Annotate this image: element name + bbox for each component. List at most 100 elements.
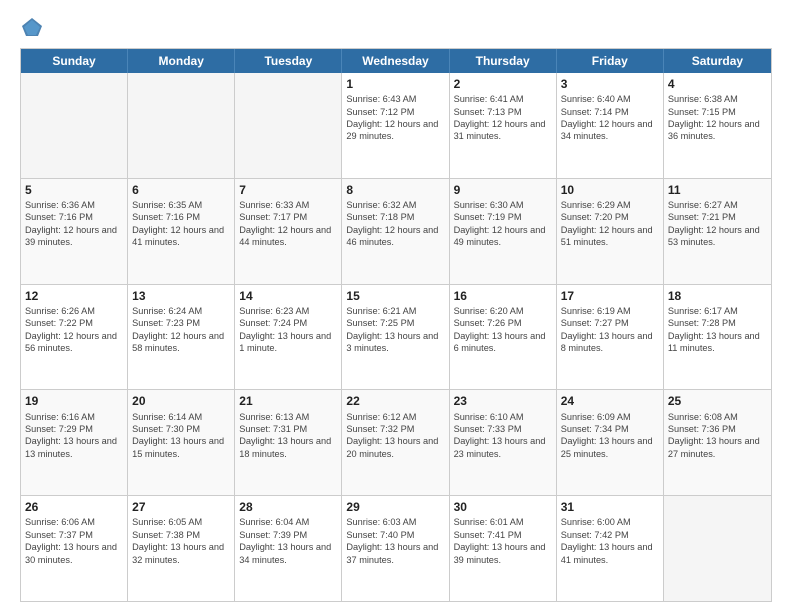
calendar-cell: 4Sunrise: 6:38 AMSunset: 7:15 PMDaylight… xyxy=(664,73,771,178)
page-header xyxy=(20,16,772,40)
calendar-cell: 15Sunrise: 6:21 AMSunset: 7:25 PMDayligh… xyxy=(342,285,449,390)
calendar-week-5: 26Sunrise: 6:06 AMSunset: 7:37 PMDayligh… xyxy=(21,496,771,601)
day-info: Sunrise: 6:17 AMSunset: 7:28 PMDaylight:… xyxy=(668,305,767,355)
calendar-cell: 23 Sunrise: 6:10 AMSunset: 7:33 PMDayligh… xyxy=(450,390,557,495)
day-info: Sunrise: 6:05 AMSunset: 7:38 PMDaylight:… xyxy=(132,516,230,566)
day-info: Sunrise: 6:21 AMSunset: 7:25 PMDaylight:… xyxy=(346,305,444,355)
logo xyxy=(20,16,48,40)
calendar-week-4: 19 Sunrise: 6:16 AMSunset: 7:29 PMDayligh… xyxy=(21,390,771,496)
calendar-cell: 18Sunrise: 6:17 AMSunset: 7:28 PMDayligh… xyxy=(664,285,771,390)
day-info: Sunrise: 6:10 AMSunset: 7:33 PMDaylight:… xyxy=(454,411,552,461)
day-info: Sunrise: 6:08 AMSunset: 7:36 PMDaylight:… xyxy=(668,411,767,461)
day-header-friday: Friday xyxy=(557,49,664,73)
day-number: 6 xyxy=(132,182,230,198)
day-info: Sunrise: 6:14 AMSunset: 7:30 PMDaylight:… xyxy=(132,411,230,461)
day-info: Sunrise: 6:06 AMSunset: 7:37 PMDaylight:… xyxy=(25,516,123,566)
calendar-cell: 12Sunrise: 6:26 AMSunset: 7:22 PMDayligh… xyxy=(21,285,128,390)
calendar-cell: 20 Sunrise: 6:14 AMSunset: 7:30 PMDayligh… xyxy=(128,390,235,495)
calendar-cell: 22Sunrise: 6:12 AMSunset: 7:32 PMDayligh… xyxy=(342,390,449,495)
day-header-thursday: Thursday xyxy=(450,49,557,73)
calendar-body: 1Sunrise: 6:43 AMSunset: 7:12 PMDaylight… xyxy=(21,73,771,601)
day-number: 20 xyxy=(132,393,230,409)
calendar-cell: 3Sunrise: 6:40 AMSunset: 7:14 PMDaylight… xyxy=(557,73,664,178)
calendar: SundayMondayTuesdayWednesdayThursdayFrid… xyxy=(20,48,772,602)
day-number: 10 xyxy=(561,182,659,198)
day-info: Sunrise: 6:16 AMSunset: 7:29 PMDaylight:… xyxy=(25,411,123,461)
day-header-monday: Monday xyxy=(128,49,235,73)
calendar-week-1: 1Sunrise: 6:43 AMSunset: 7:12 PMDaylight… xyxy=(21,73,771,179)
day-number: 27 xyxy=(132,499,230,515)
calendar-cell: 16Sunrise: 6:20 AMSunset: 7:26 PMDayligh… xyxy=(450,285,557,390)
calendar-cell: 24 Sunrise: 6:09 AMSunset: 7:34 PMDayligh… xyxy=(557,390,664,495)
day-number: 19 xyxy=(25,393,123,409)
day-number: 14 xyxy=(239,288,337,304)
day-info: Sunrise: 6:38 AMSunset: 7:15 PMDaylight:… xyxy=(668,93,767,143)
day-info: Sunrise: 6:36 AMSunset: 7:16 PMDaylight:… xyxy=(25,199,123,249)
day-info: Sunrise: 6:27 AMSunset: 7:21 PMDaylight:… xyxy=(668,199,767,249)
day-info: Sunrise: 6:40 AMSunset: 7:14 PMDaylight:… xyxy=(561,93,659,143)
day-info: Sunrise: 6:04 AMSunset: 7:39 PMDaylight:… xyxy=(239,516,337,566)
day-header-sunday: Sunday xyxy=(21,49,128,73)
calendar-cell: 8Sunrise: 6:32 AMSunset: 7:18 PMDaylight… xyxy=(342,179,449,284)
day-number: 26 xyxy=(25,499,123,515)
calendar-cell xyxy=(21,73,128,178)
calendar-cell: 13Sunrise: 6:24 AMSunset: 7:23 PMDayligh… xyxy=(128,285,235,390)
day-number: 13 xyxy=(132,288,230,304)
calendar-cell: 30Sunrise: 6:01 AMSunset: 7:41 PMDayligh… xyxy=(450,496,557,601)
day-number: 15 xyxy=(346,288,444,304)
calendar-cell: 21Sunrise: 6:13 AMSunset: 7:31 PMDayligh… xyxy=(235,390,342,495)
day-number: 25 xyxy=(668,393,767,409)
calendar-cell: 17Sunrise: 6:19 AMSunset: 7:27 PMDayligh… xyxy=(557,285,664,390)
day-info: Sunrise: 6:43 AMSunset: 7:12 PMDaylight:… xyxy=(346,93,444,143)
day-info: Sunrise: 6:33 AMSunset: 7:17 PMDaylight:… xyxy=(239,199,337,249)
day-info: Sunrise: 6:35 AMSunset: 7:16 PMDaylight:… xyxy=(132,199,230,249)
calendar-cell: 28Sunrise: 6:04 AMSunset: 7:39 PMDayligh… xyxy=(235,496,342,601)
calendar-cell: 26Sunrise: 6:06 AMSunset: 7:37 PMDayligh… xyxy=(21,496,128,601)
day-number: 5 xyxy=(25,182,123,198)
day-info: Sunrise: 6:26 AMSunset: 7:22 PMDaylight:… xyxy=(25,305,123,355)
day-number: 16 xyxy=(454,288,552,304)
day-number: 28 xyxy=(239,499,337,515)
day-info: Sunrise: 6:30 AMSunset: 7:19 PMDaylight:… xyxy=(454,199,552,249)
calendar-cell: 1Sunrise: 6:43 AMSunset: 7:12 PMDaylight… xyxy=(342,73,449,178)
logo-icon xyxy=(20,16,44,40)
day-number: 18 xyxy=(668,288,767,304)
day-info: Sunrise: 6:03 AMSunset: 7:40 PMDaylight:… xyxy=(346,516,444,566)
calendar-cell: 31Sunrise: 6:00 AMSunset: 7:42 PMDayligh… xyxy=(557,496,664,601)
calendar-cell: 29Sunrise: 6:03 AMSunset: 7:40 PMDayligh… xyxy=(342,496,449,601)
calendar-cell: 6Sunrise: 6:35 AMSunset: 7:16 PMDaylight… xyxy=(128,179,235,284)
day-info: Sunrise: 6:41 AMSunset: 7:13 PMDaylight:… xyxy=(454,93,552,143)
day-info: Sunrise: 6:32 AMSunset: 7:18 PMDaylight:… xyxy=(346,199,444,249)
day-number: 3 xyxy=(561,76,659,92)
calendar-header-row: SundayMondayTuesdayWednesdayThursdayFrid… xyxy=(21,49,771,73)
day-number: 21 xyxy=(239,393,337,409)
day-number: 30 xyxy=(454,499,552,515)
day-info: Sunrise: 6:12 AMSunset: 7:32 PMDaylight:… xyxy=(346,411,444,461)
day-info: Sunrise: 6:24 AMSunset: 7:23 PMDaylight:… xyxy=(132,305,230,355)
day-number: 9 xyxy=(454,182,552,198)
calendar-cell: 19 Sunrise: 6:16 AMSunset: 7:29 PMDayligh… xyxy=(21,390,128,495)
calendar-cell: 7Sunrise: 6:33 AMSunset: 7:17 PMDaylight… xyxy=(235,179,342,284)
calendar-cell: 27Sunrise: 6:05 AMSunset: 7:38 PMDayligh… xyxy=(128,496,235,601)
day-number: 7 xyxy=(239,182,337,198)
calendar-cell: 2Sunrise: 6:41 AMSunset: 7:13 PMDaylight… xyxy=(450,73,557,178)
day-number: 29 xyxy=(346,499,444,515)
calendar-week-3: 12Sunrise: 6:26 AMSunset: 7:22 PMDayligh… xyxy=(21,285,771,391)
day-number: 8 xyxy=(346,182,444,198)
day-number: 11 xyxy=(668,182,767,198)
calendar-page: SundayMondayTuesdayWednesdayThursdayFrid… xyxy=(0,0,792,612)
day-number: 23 xyxy=(454,393,552,409)
calendar-cell: 14Sunrise: 6:23 AMSunset: 7:24 PMDayligh… xyxy=(235,285,342,390)
day-header-wednesday: Wednesday xyxy=(342,49,449,73)
calendar-week-2: 5Sunrise: 6:36 AMSunset: 7:16 PMDaylight… xyxy=(21,179,771,285)
calendar-cell: 5Sunrise: 6:36 AMSunset: 7:16 PMDaylight… xyxy=(21,179,128,284)
day-info: Sunrise: 6:23 AMSunset: 7:24 PMDaylight:… xyxy=(239,305,337,355)
day-header-tuesday: Tuesday xyxy=(235,49,342,73)
day-info: Sunrise: 6:09 AMSunset: 7:34 PMDaylight:… xyxy=(561,411,659,461)
day-info: Sunrise: 6:01 AMSunset: 7:41 PMDaylight:… xyxy=(454,516,552,566)
day-number: 4 xyxy=(668,76,767,92)
day-number: 17 xyxy=(561,288,659,304)
calendar-cell xyxy=(235,73,342,178)
day-number: 24 xyxy=(561,393,659,409)
calendar-cell: 25 Sunrise: 6:08 AMSunset: 7:36 PMDayligh… xyxy=(664,390,771,495)
